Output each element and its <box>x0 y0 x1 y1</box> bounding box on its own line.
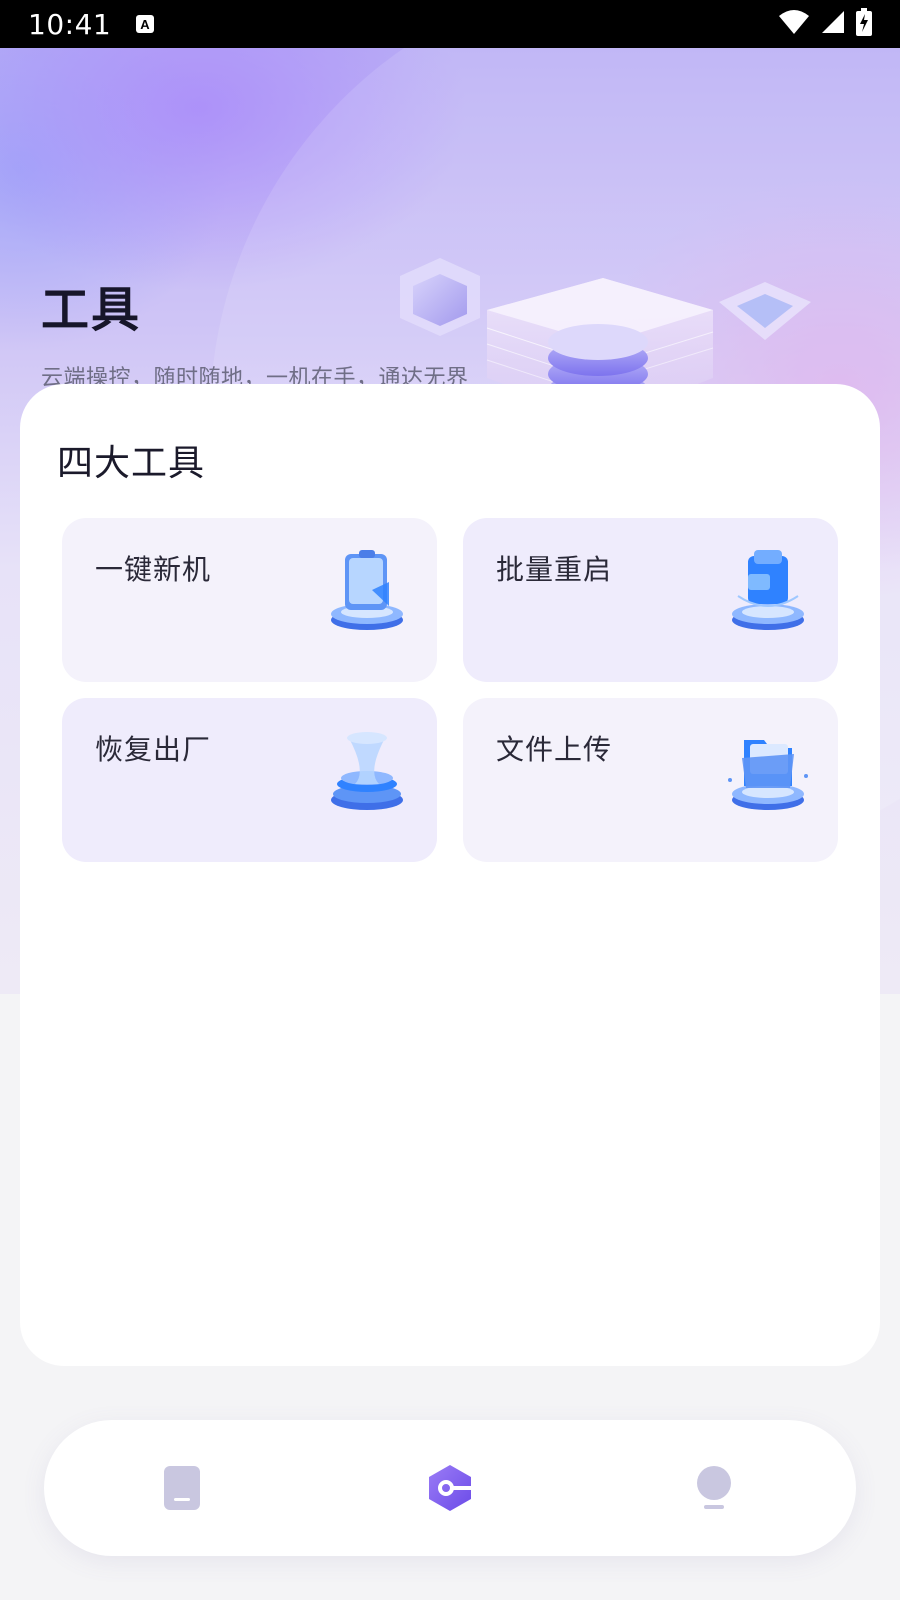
tools-tab-icon <box>429 1465 471 1511</box>
tools-card: 四大工具 一键新机 批量重启 恢复出厂 文件上传 <box>20 384 880 1366</box>
wifi-icon <box>778 9 810 39</box>
section-title: 四大工具 <box>57 443 206 484</box>
screen: 10:41 A 工具 云端操控，随时随地，一机在手，通达无界 四大工具 一键新机… <box>0 0 900 1600</box>
status-bar: 10:41 A <box>0 0 900 48</box>
svg-text:A: A <box>141 17 151 32</box>
profile-tab-icon <box>697 1466 731 1509</box>
batch-restart-icon <box>732 550 804 630</box>
factory-reset-icon <box>331 732 403 810</box>
tool-label: 批量重启 <box>496 553 613 586</box>
bottom-nav <box>44 1420 856 1556</box>
new-phone-icon <box>331 550 403 630</box>
keyboard-a-icon: A <box>135 14 155 34</box>
battery-charging-icon <box>856 8 872 40</box>
tool-batch-restart[interactable]: 批量重启 <box>463 518 838 682</box>
tool-factory-reset[interactable]: 恢复出厂 <box>62 698 437 862</box>
tool-file-upload[interactable]: 文件上传 <box>463 698 838 862</box>
tool-new-phone[interactable]: 一键新机 <box>62 518 437 682</box>
signal-icon <box>820 9 846 39</box>
tool-label: 文件上传 <box>496 733 613 766</box>
tool-label: 恢复出厂 <box>95 733 212 766</box>
file-upload-icon <box>728 740 808 810</box>
nav-tab-tools[interactable] <box>424 1462 476 1514</box>
page-title: 工具 <box>41 282 142 338</box>
tool-label: 一键新机 <box>95 553 212 586</box>
nav-tab-profile[interactable] <box>688 1462 740 1514</box>
status-time: 10:41 <box>28 7 112 41</box>
phone-tab-icon <box>164 1466 200 1510</box>
nav-tab-phone[interactable] <box>156 1462 208 1514</box>
status-icons <box>778 8 872 40</box>
